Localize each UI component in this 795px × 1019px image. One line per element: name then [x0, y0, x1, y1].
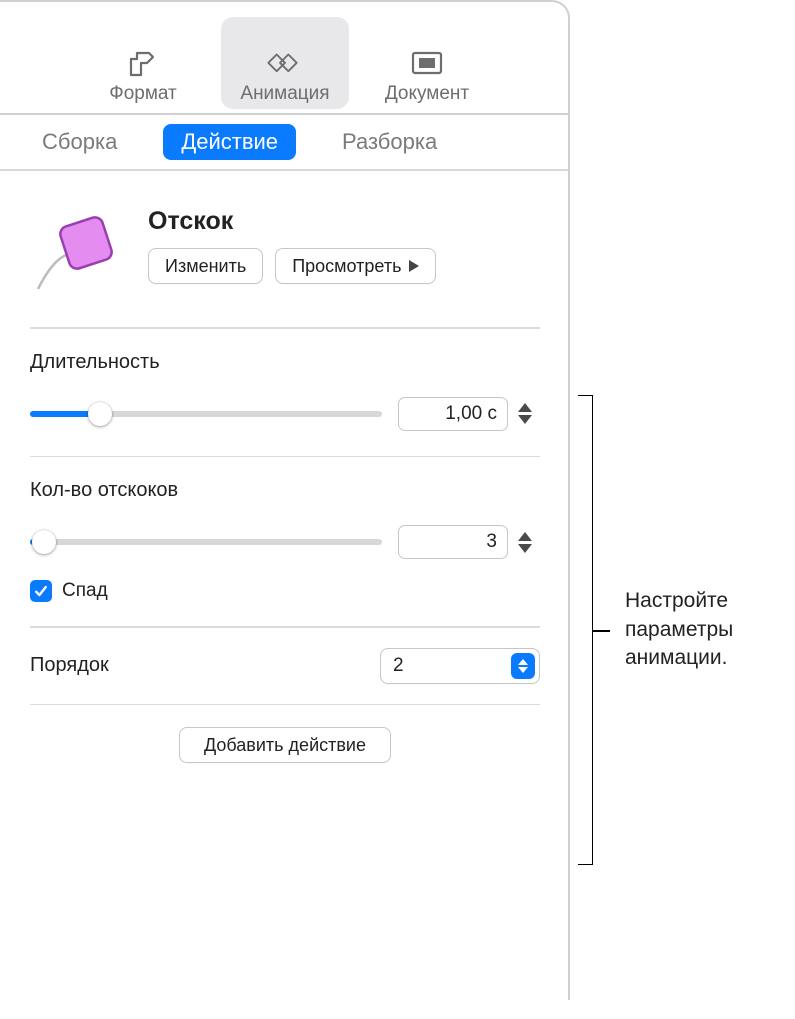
order-value: 2 — [393, 655, 404, 677]
decay-checkbox[interactable] — [30, 580, 52, 602]
toolbar-document[interactable]: Документ — [363, 17, 491, 109]
format-icon — [123, 45, 163, 79]
order-label: Порядок — [30, 654, 109, 677]
effect-title: Отскок — [148, 207, 540, 236]
chevron-up-icon — [518, 532, 532, 541]
popup-arrows-icon — [511, 653, 535, 679]
preview-button[interactable]: Просмотреть — [275, 248, 436, 284]
toolbar-animation[interactable]: Анимация — [221, 17, 349, 109]
add-action-button[interactable]: Добавить действие — [179, 727, 391, 763]
duration-field[interactable]: 1,00 с — [398, 397, 508, 431]
tab-action[interactable]: Действие — [163, 124, 296, 160]
toolbar-format[interactable]: Формат — [79, 17, 207, 109]
effect-header: Отскок Изменить Просмотреть — [30, 171, 540, 327]
duration-label: Длительность — [30, 351, 540, 374]
bounces-section: Кол-во отскоков 3 Спад — [30, 457, 540, 626]
callout: Настройте параметры анимации. — [578, 395, 795, 865]
effect-thumbnail-icon — [30, 207, 130, 297]
duration-stepper[interactable] — [518, 396, 540, 432]
bounces-slider[interactable] — [30, 532, 382, 552]
inspector-toolbar: Формат Анимация Документ — [0, 0, 570, 115]
document-icon — [407, 45, 447, 79]
animation-subtabs: Сборка Действие Разборка — [0, 115, 570, 171]
chevron-up-icon — [518, 403, 532, 412]
order-section: Порядок 2 — [30, 628, 540, 704]
chevron-down-icon — [518, 544, 532, 553]
bounces-field[interactable]: 3 — [398, 525, 508, 559]
toolbar-animation-label: Анимация — [240, 83, 329, 109]
animation-icon — [265, 45, 305, 79]
animation-panel: Отскок Изменить Просмотреть Длительность… — [0, 171, 570, 785]
bounces-label: Кол-во отскоков — [30, 479, 540, 502]
callout-text: Настройте параметры анимации. — [625, 587, 795, 672]
callout-bracket-icon — [578, 395, 593, 865]
decay-label: Спад — [62, 580, 108, 602]
tab-build-in[interactable]: Сборка — [24, 124, 135, 160]
toolbar-format-label: Формат — [109, 83, 177, 109]
change-effect-button[interactable]: Изменить — [148, 248, 263, 284]
toolbar-document-label: Документ — [385, 83, 469, 109]
duration-section: Длительность 1,00 с — [30, 329, 540, 456]
tab-build-out[interactable]: Разборка — [324, 124, 455, 160]
duration-slider[interactable] — [30, 404, 382, 424]
order-popup[interactable]: 2 — [380, 648, 540, 684]
bounces-stepper[interactable] — [518, 524, 540, 560]
chevron-down-icon — [518, 415, 532, 424]
